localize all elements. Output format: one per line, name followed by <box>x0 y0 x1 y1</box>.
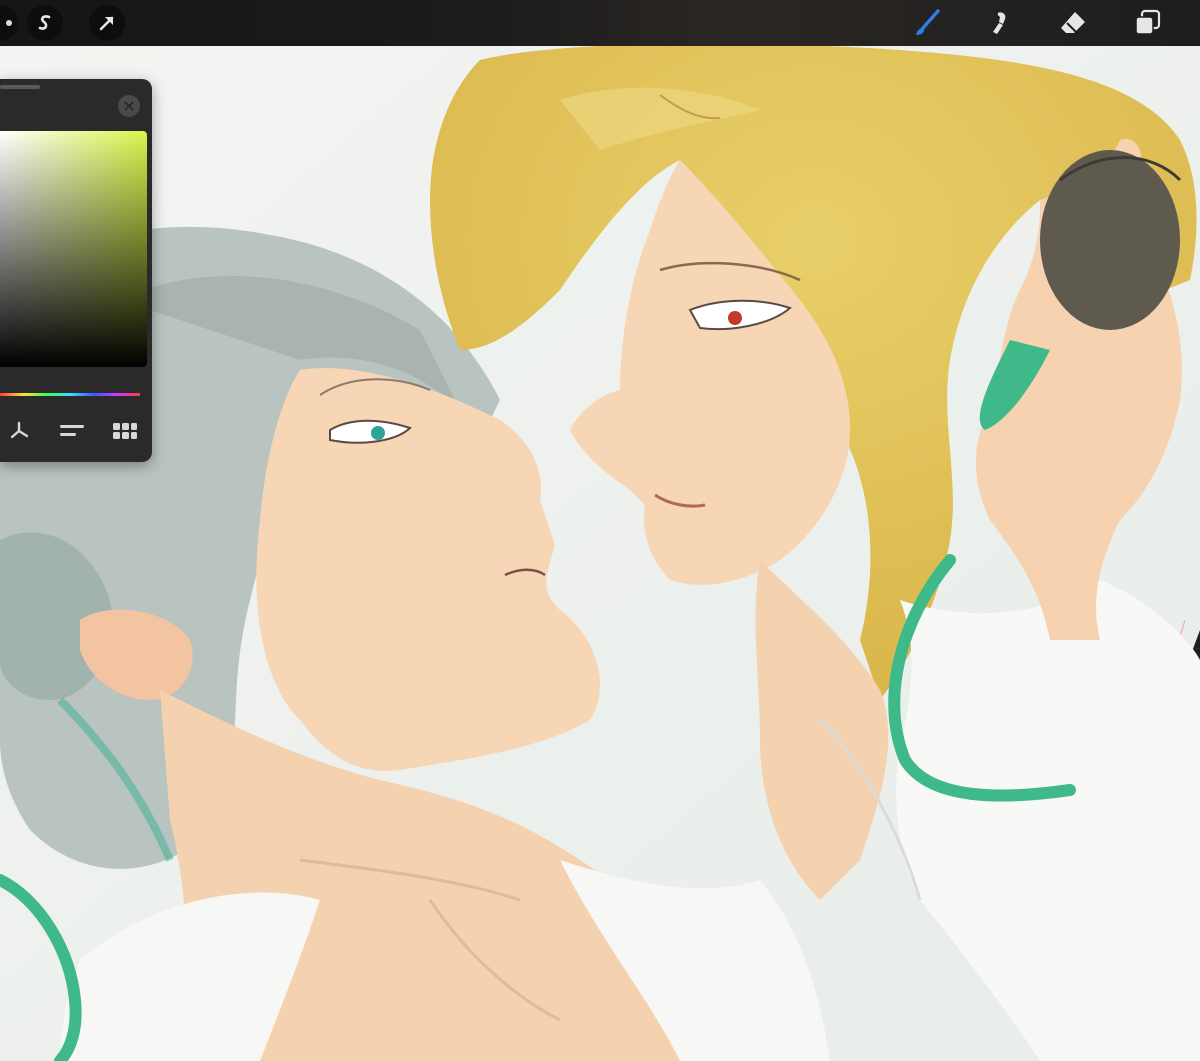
brush-icon <box>916 9 940 35</box>
selection-icon <box>38 15 51 30</box>
adjustments-icon <box>6 20 12 26</box>
hue-slider[interactable] <box>0 393 140 396</box>
value-mode-button[interactable] <box>57 418 87 444</box>
drawing-canvas[interactable] <box>0 46 1200 1061</box>
artwork <box>0 46 1200 1061</box>
layers-icon <box>1135 9 1161 35</box>
transform-icon <box>99 16 114 31</box>
smudge-tool[interactable] <box>985 8 1015 38</box>
adjustments-button[interactable] <box>0 5 18 41</box>
eraser-icon <box>1061 12 1085 33</box>
close-icon <box>124 101 134 111</box>
eraser-tool[interactable] <box>1058 8 1088 38</box>
layers-tool[interactable] <box>1133 8 1163 38</box>
close-panel-button[interactable] <box>118 95 140 117</box>
smudge-icon <box>993 12 1006 34</box>
palettes-icon <box>113 423 137 439</box>
selection-button[interactable] <box>27 5 63 41</box>
value-icon <box>60 425 84 436</box>
transform-button[interactable] <box>89 5 125 41</box>
panel-grabber[interactable] <box>0 85 40 89</box>
palettes-mode-button[interactable] <box>110 418 140 444</box>
harmony-icon <box>10 421 29 439</box>
held-object <box>1040 150 1180 330</box>
top-toolbar <box>0 0 1200 46</box>
brush-tool[interactable] <box>912 8 942 38</box>
color-picker-square[interactable] <box>0 131 147 367</box>
harmony-mode-button[interactable] <box>4 418 34 444</box>
